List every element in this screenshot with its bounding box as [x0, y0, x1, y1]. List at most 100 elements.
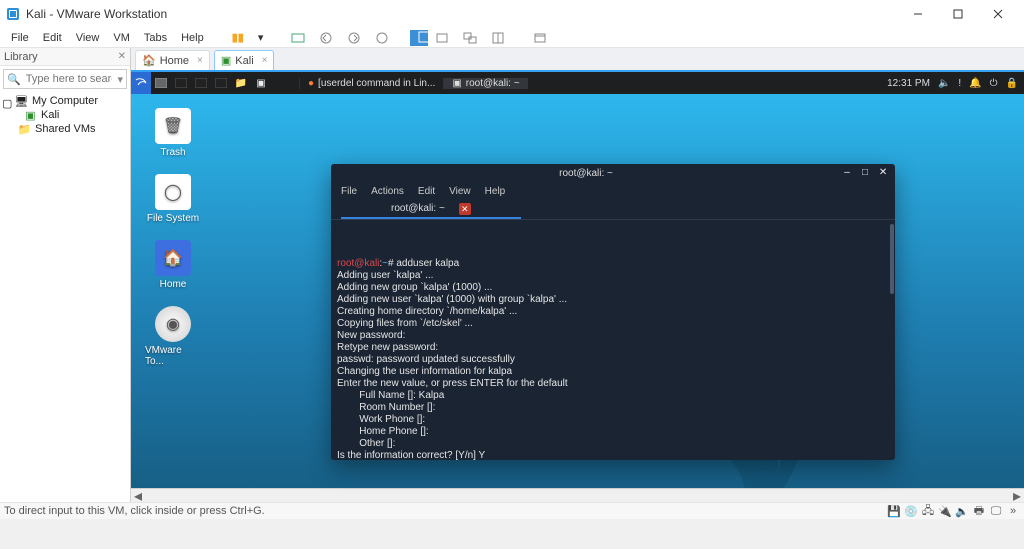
scroll-left-icon[interactable]: ◂ [131, 489, 145, 503]
toolbar-dropdown-icon[interactable]: ▾ [251, 31, 271, 44]
workspace-4-icon[interactable] [211, 72, 231, 94]
device-printer-icon[interactable]: 🖶 [972, 504, 986, 518]
terminal-tabbar: root@kali: ~ ✕ [331, 200, 895, 220]
lock-icon[interactable]: 🔒 [1002, 78, 1022, 89]
menu-vm[interactable]: VM [106, 32, 137, 44]
unity-icon[interactable] [428, 31, 456, 45]
power-icon[interactable]: ⏻ [986, 78, 1002, 89]
status-text: To direct input to this VM, click inside… [4, 505, 265, 517]
term-menu-file[interactable]: File [335, 186, 363, 197]
trash-icon: 🗑 [155, 108, 191, 144]
tab-kali[interactable]: ▣ Kali × [214, 50, 275, 70]
scroll-right-icon[interactable]: ▸ [1010, 489, 1024, 503]
snapshot-icon[interactable] [284, 31, 312, 45]
terminal-maximize-icon[interactable]: □ [859, 167, 871, 179]
device-sound-icon[interactable]: 🔈 [955, 504, 969, 518]
snapshot-prev-icon[interactable] [312, 31, 340, 45]
term-menu-actions[interactable]: Actions [365, 186, 410, 197]
library-sidebar: Library ✕ 🔍 ▾ ▢ 🖥 My Computer ▣ Kali 📁 S… [0, 48, 131, 502]
terminal-title: root@kali: ~ [559, 168, 613, 179]
vm-icon: ▣ [24, 109, 37, 121]
terminal-minimize-icon[interactable]: – [841, 167, 853, 179]
workspace-3-icon[interactable] [191, 72, 211, 94]
menu-edit[interactable]: Edit [36, 32, 69, 44]
terminal-close-icon[interactable]: ✕ [877, 167, 889, 179]
maximize-button[interactable] [938, 0, 978, 28]
search-icon: 🔍 [4, 73, 24, 86]
menu-file[interactable]: File [4, 32, 36, 44]
vm-horizontal-scrollbar[interactable]: ◂ ▸ [131, 488, 1024, 502]
panel-tray: 12:31 PM 🔈 ! 🔔 ⏻ 🔒 [881, 78, 1024, 89]
device-display-icon[interactable]: 🖵 [989, 504, 1003, 518]
library-tree: ▢ 🖥 My Computer ▣ Kali 📁 Shared VMs [0, 92, 130, 138]
term-menu-view[interactable]: View [443, 186, 477, 197]
network-icon[interactable]: ! [954, 78, 965, 89]
notify-icon[interactable]: 🔔 [965, 78, 985, 89]
terminal-body[interactable]: root@kali:~# adduser kalpaAdding user `k… [331, 220, 895, 460]
sound-icon[interactable]: 🔈 [934, 78, 954, 89]
desktop-home[interactable]: 🏠 Home [145, 240, 201, 290]
drive-icon: ◯ [155, 174, 191, 210]
statusbar-chevron-icon[interactable]: » [1006, 504, 1020, 518]
panel-files-icon[interactable]: 📁 [231, 72, 251, 94]
menu-view[interactable]: View [69, 32, 107, 44]
tree-shared-vms[interactable]: 📁 Shared VMs [0, 122, 130, 136]
twisty-open-icon[interactable]: ▢ [2, 97, 11, 106]
device-net-icon[interactable]: 🖧 [921, 504, 935, 518]
tab-home[interactable]: 🏠 Home × [135, 50, 210, 70]
app-menubar: File Edit View VM Tabs Help ▮▮ ▾ [0, 28, 1024, 48]
desktop-vmware-tools[interactable]: ◉ VMware To... [145, 306, 201, 367]
home-icon: 🏠 [155, 240, 191, 276]
minimize-button[interactable] [898, 0, 938, 28]
statusbar: To direct input to this VM, click inside… [0, 502, 1024, 519]
kali-menu-icon[interactable] [131, 72, 151, 94]
computer-icon: 🖥 [15, 95, 28, 107]
tree-my-computer[interactable]: ▢ 🖥 My Computer [0, 94, 130, 108]
term-menu-help[interactable]: Help [479, 186, 512, 197]
sidebar-close-icon[interactable]: ✕ [118, 51, 126, 62]
tab-close-icon[interactable]: × [193, 55, 203, 66]
console-icon[interactable] [456, 31, 484, 45]
search-input[interactable] [24, 73, 115, 85]
device-cd-icon[interactable]: 💿 [904, 504, 918, 518]
menu-tabs[interactable]: Tabs [137, 32, 174, 44]
vm-console[interactable]: 📁 ▣ ● [userdel command in Lin... ▣ root@… [131, 72, 1024, 502]
workspace-2-icon[interactable] [171, 72, 191, 94]
sidebar-search[interactable]: 🔍 ▾ [3, 69, 127, 89]
panel-clock[interactable]: 12:31 PM [883, 78, 934, 89]
vm-tabs: 🏠 Home × ▣ Kali × [131, 48, 1024, 72]
terminal-window[interactable]: root@kali: ~ – □ ✕ File Actions Edit Vie… [331, 164, 895, 460]
terminal-menubar: File Actions Edit View Help [331, 182, 895, 200]
disc-icon: ◉ [155, 306, 191, 342]
device-disk-icon[interactable]: 💾 [887, 504, 901, 518]
desktop-trash[interactable]: 🗑 Trash [145, 108, 201, 158]
terminal-tab[interactable]: root@kali: ~ ✕ [341, 201, 521, 219]
terminal-titlebar[interactable]: root@kali: ~ – □ ✕ [331, 164, 895, 182]
terminal-icon: ▣ [452, 78, 461, 89]
fullscreen-icon[interactable] [410, 30, 428, 46]
task-firefox[interactable]: ● [userdel command in Lin... [299, 78, 443, 89]
tree-vm-kali[interactable]: ▣ Kali [0, 108, 130, 122]
tab-close-icon[interactable]: × [258, 55, 268, 66]
thumbnail-icon[interactable] [526, 31, 554, 45]
guest-panel: 📁 ▣ ● [userdel command in Lin... ▣ root@… [131, 72, 1024, 94]
desktop-filesystem[interactable]: ◯ File System [145, 174, 201, 224]
device-usb-icon[interactable]: 🔌 [938, 504, 952, 518]
app-title: Kali - VMware Workstation [26, 7, 167, 21]
task-terminal[interactable]: ▣ root@kali: ~ [443, 78, 527, 89]
panel-terminal-icon[interactable]: ▣ [251, 72, 271, 94]
home-icon: 🏠 [142, 54, 156, 67]
pause-icon[interactable]: ▮▮ [225, 31, 251, 44]
snapshot-manager-icon[interactable] [368, 31, 396, 45]
close-button[interactable] [978, 0, 1018, 28]
terminal-tab-close-icon[interactable]: ✕ [459, 203, 471, 215]
terminal-scrollbar[interactable] [890, 224, 894, 294]
sidebar-title: Library [4, 51, 38, 63]
firefox-icon: ● [308, 78, 314, 89]
stretch-icon[interactable] [484, 31, 512, 45]
snapshot-next-icon[interactable] [340, 31, 368, 45]
menu-help[interactable]: Help [174, 32, 211, 44]
term-menu-edit[interactable]: Edit [412, 186, 441, 197]
workspace-1-icon[interactable] [151, 72, 171, 94]
search-dropdown-icon[interactable]: ▾ [114, 73, 126, 86]
